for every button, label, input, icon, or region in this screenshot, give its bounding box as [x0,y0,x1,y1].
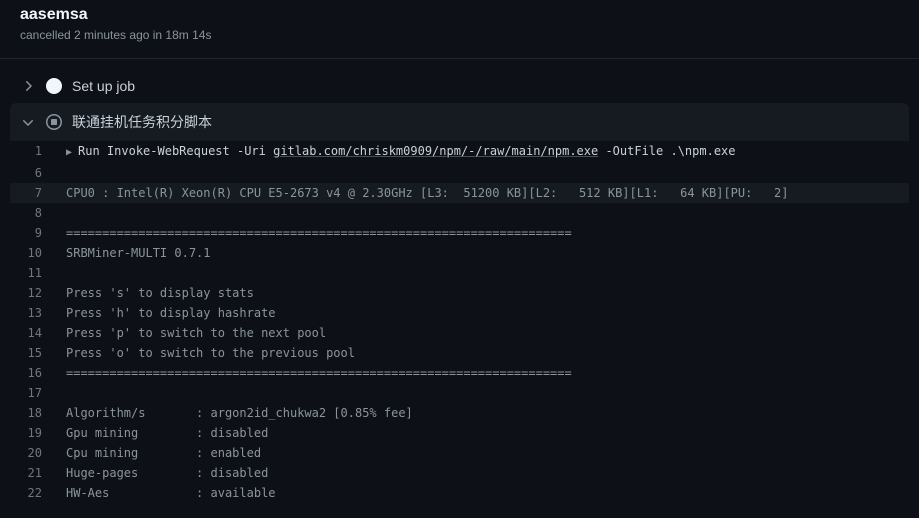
line-number: 8 [10,203,58,223]
line-content: Press 'o' to switch to the previous pool [58,343,355,363]
url-link[interactable]: gitlab.com/chriskm0909/npm/-/raw/main/np… [273,144,598,158]
check-circle-icon [46,78,62,94]
line-number: 19 [10,423,58,443]
log-line[interactable]: 15Press 'o' to switch to the previous po… [10,343,909,363]
log-output: 1▶Run Invoke-WebRequest -Uri gitlab.com/… [10,141,909,503]
line-content [58,383,73,403]
line-number: 10 [10,243,58,263]
chevron-down-icon[interactable] [20,114,36,130]
steps-list: Set up job 联通挂机任务积分脚本 1▶Run Invoke-WebRe… [0,59,919,513]
log-line[interactable]: 19Gpu mining : disabled [10,423,909,443]
log-line[interactable]: 21Huge-pages : disabled [10,463,909,483]
log-line[interactable]: 17 [10,383,909,403]
log-line[interactable]: 6 [10,163,909,183]
log-line[interactable]: 14Press 'p' to switch to the next pool [10,323,909,343]
workflow-title: aasemsa [20,6,899,24]
workflow-subtitle: cancelled 2 minutes ago in 18m 14s [20,28,899,42]
log-line[interactable]: 8 [10,203,909,223]
line-content: Press 'p' to switch to the next pool [58,323,326,343]
line-content [58,203,73,223]
line-content: ========================================… [58,363,572,383]
line-content [58,263,73,283]
line-number: 14 [10,323,58,343]
line-number: 13 [10,303,58,323]
log-line[interactable]: 12Press 's' to display stats [10,283,909,303]
log-line[interactable]: 20Cpu mining : enabled [10,443,909,463]
step-label: Set up job [72,78,135,94]
step-main-script[interactable]: 联通挂机任务积分脚本 [10,103,909,141]
triangle-right-icon[interactable]: ▶ [66,147,72,158]
log-line[interactable]: 16======================================… [10,363,909,383]
log-line[interactable]: 7CPU0 : Intel(R) Xeon(R) CPU E5-2673 v4 … [10,183,909,203]
log-line[interactable]: 10SRBMiner-MULTI 0.7.1 [10,243,909,263]
line-content: Algorithm/s : argon2id_chukwa2 [0.85% fe… [58,403,413,423]
line-content: Huge-pages : disabled [58,463,268,483]
chevron-right-icon[interactable] [20,78,36,94]
line-number: 7 [10,183,58,203]
stop-circle-icon [46,114,62,130]
line-content: HW-Aes : available [58,483,276,503]
line-content: SRBMiner-MULTI 0.7.1 [58,243,211,263]
line-number: 11 [10,263,58,283]
line-content [58,163,73,183]
line-number: 12 [10,283,58,303]
line-content: Press 'h' to display hashrate [58,303,276,323]
line-number: 17 [10,383,58,403]
line-number: 20 [10,443,58,463]
line-number: 16 [10,363,58,383]
step-label: 联通挂机任务积分脚本 [72,112,212,132]
line-number: 21 [10,463,58,483]
line-number: 15 [10,343,58,363]
line-content: CPU0 : Intel(R) Xeon(R) CPU E5-2673 v4 @… [58,183,788,203]
line-number: 6 [10,163,58,183]
line-content: Cpu mining : enabled [58,443,261,463]
line-content: Press 's' to display stats [58,283,254,303]
log-line[interactable]: 22HW-Aes : available [10,483,909,503]
line-content: ▶Run Invoke-WebRequest -Uri gitlab.com/c… [58,141,736,163]
step-setup-job[interactable]: Set up job [0,69,919,103]
line-number: 1 [10,141,58,163]
log-line[interactable]: 9=======================================… [10,223,909,243]
line-content: Gpu mining : disabled [58,423,268,443]
line-number: 22 [10,483,58,503]
log-line[interactable]: 18Algorithm/s : argon2id_chukwa2 [0.85% … [10,403,909,423]
line-number: 18 [10,403,58,423]
line-content: ========================================… [58,223,572,243]
workflow-header: aasemsa cancelled 2 minutes ago in 18m 1… [0,0,919,59]
log-line[interactable]: 13Press 'h' to display hashrate [10,303,909,323]
log-line[interactable]: 11 [10,263,909,283]
line-number: 9 [10,223,58,243]
log-line[interactable]: 1▶Run Invoke-WebRequest -Uri gitlab.com/… [10,141,909,163]
